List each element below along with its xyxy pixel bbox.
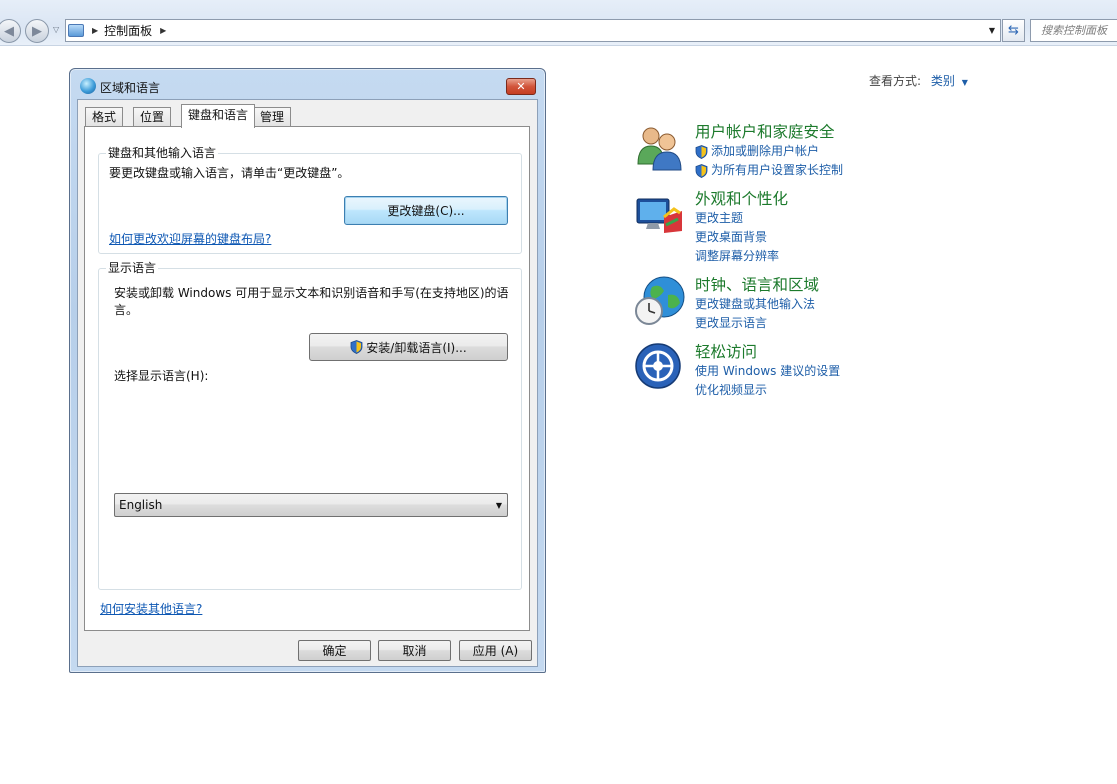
- tab-administrative[interactable]: 管理: [253, 107, 292, 126]
- keyboard-description: 要更改键盘或输入语言，请单击“更改键盘”。: [109, 166, 350, 180]
- group-label: 键盘和其他输入语言: [106, 146, 219, 161]
- view-by-label: 查看方式:: [869, 74, 922, 88]
- recent-pages-dropdown-icon[interactable]: ▽: [53, 25, 59, 34]
- category-title[interactable]: 用户帐户和家庭安全: [695, 122, 843, 142]
- change-desktop-background-link[interactable]: 更改桌面背景: [695, 228, 788, 247]
- refresh-icon: ⇆: [1008, 23, 1019, 38]
- uac-shield-icon: [350, 340, 363, 354]
- display-language-description: 安装或卸载 Windows 可用于显示文本和识别语音和手写(在支持地区)的语言。: [114, 286, 509, 317]
- globe-icon: [80, 78, 96, 94]
- recommended-settings-link[interactable]: 使用 Windows 建议的设置: [695, 362, 840, 381]
- ok-button[interactable]: 确定: [298, 640, 371, 661]
- selected-language: English: [119, 498, 163, 512]
- explorer-toolbar: ◀ ▶ ▽ ▶ 控制面板 ▶ ▼ ⇆: [0, 0, 1117, 46]
- back-arrow-icon: ◀: [4, 23, 14, 39]
- refresh-button[interactable]: ⇆: [1002, 19, 1025, 42]
- address-dropdown-icon[interactable]: ▼: [984, 20, 1000, 41]
- category-title[interactable]: 时钟、语言和区域: [695, 275, 819, 295]
- view-by: 查看方式: 类别 ▼: [869, 72, 968, 89]
- dialog-client-area: 格式 位置 键盘和语言 管理 键盘和其他输入语言 要更改键盘或输入语言，请单击“…: [77, 99, 538, 667]
- close-button[interactable]: ✕: [506, 78, 536, 95]
- category-title[interactable]: 轻松访问: [695, 342, 840, 362]
- forward-button[interactable]: ▶: [25, 19, 49, 43]
- change-display-language-link[interactable]: 更改显示语言: [695, 314, 819, 333]
- adjust-resolution-link[interactable]: 调整屏幕分辨率: [695, 247, 788, 266]
- change-keyboards-link[interactable]: 更改键盘或其他输入法: [695, 295, 819, 314]
- back-button[interactable]: ◀: [0, 19, 21, 43]
- clock-globe-icon[interactable]: [634, 275, 686, 327]
- users-icon[interactable]: [634, 122, 686, 174]
- chevron-down-icon[interactable]: ▼: [962, 78, 968, 87]
- breadcrumb-chevron-icon[interactable]: ▶: [160, 26, 166, 35]
- address-bar[interactable]: ▶ 控制面板 ▶ ▼: [65, 19, 1001, 42]
- control-panel-icon: [68, 24, 84, 37]
- add-remove-accounts-link[interactable]: 添加或删除用户帐户: [695, 142, 843, 161]
- ease-of-access-icon[interactable]: [634, 342, 686, 394]
- tab-keyboards-languages[interactable]: 键盘和语言: [181, 104, 256, 128]
- breadcrumb-chevron-icon[interactable]: ▶: [92, 26, 98, 35]
- region-language-dialog: 区域和语言 ✕ 格式 位置 键盘和语言 管理 键盘和其他输入语言 要更改键盘或输…: [69, 68, 546, 673]
- appearance-icon[interactable]: [634, 189, 686, 241]
- apply-button[interactable]: 应用 (A): [459, 640, 532, 661]
- tab-panel: 键盘和其他输入语言 要更改键盘或输入语言，请单击“更改键盘”。 更改键盘(C).…: [84, 126, 530, 631]
- category-title[interactable]: 外观和个性化: [695, 189, 788, 209]
- search-box[interactable]: [1030, 19, 1117, 42]
- install-other-languages-link[interactable]: 如何安装其他语言?: [100, 602, 202, 617]
- tab-formats[interactable]: 格式: [85, 107, 124, 126]
- welcome-screen-layout-link[interactable]: 如何更改欢迎屏幕的键盘布局?: [109, 232, 271, 247]
- forward-arrow-icon: ▶: [32, 23, 42, 39]
- change-keyboards-button[interactable]: 更改键盘(C)...: [344, 196, 508, 225]
- choose-display-language-label: 选择显示语言(H):: [114, 369, 209, 383]
- optimize-visual-display-link[interactable]: 优化视频显示: [695, 381, 840, 400]
- display-language-group: 显示语言 安装或卸载 Windows 可用于显示文本和识别语音和手写(在支持地区…: [98, 261, 522, 590]
- view-by-selector[interactable]: 类别: [931, 74, 955, 88]
- chevron-down-icon: ▼: [495, 501, 502, 510]
- breadcrumb-control-panel[interactable]: 控制面板: [104, 22, 152, 39]
- display-language-select[interactable]: English ▼: [114, 493, 508, 517]
- parental-controls-link[interactable]: 为所有用户设置家长控制: [695, 161, 843, 180]
- uac-shield-icon: [695, 144, 708, 159]
- dialog-title: 区域和语言: [100, 81, 161, 95]
- close-icon: ✕: [516, 80, 526, 93]
- install-uninstall-languages-button[interactable]: 安装/卸载语言(I)...: [309, 333, 508, 361]
- keyboard-group: 键盘和其他输入语言 要更改键盘或输入语言，请单击“更改键盘”。 更改键盘(C).…: [98, 146, 522, 254]
- cancel-button[interactable]: 取消: [378, 640, 451, 661]
- uac-shield-icon: [695, 163, 708, 178]
- change-theme-link[interactable]: 更改主题: [695, 209, 788, 228]
- search-input[interactable]: [1041, 24, 1117, 37]
- group-label: 显示语言: [106, 261, 159, 276]
- tab-location[interactable]: 位置: [133, 107, 172, 126]
